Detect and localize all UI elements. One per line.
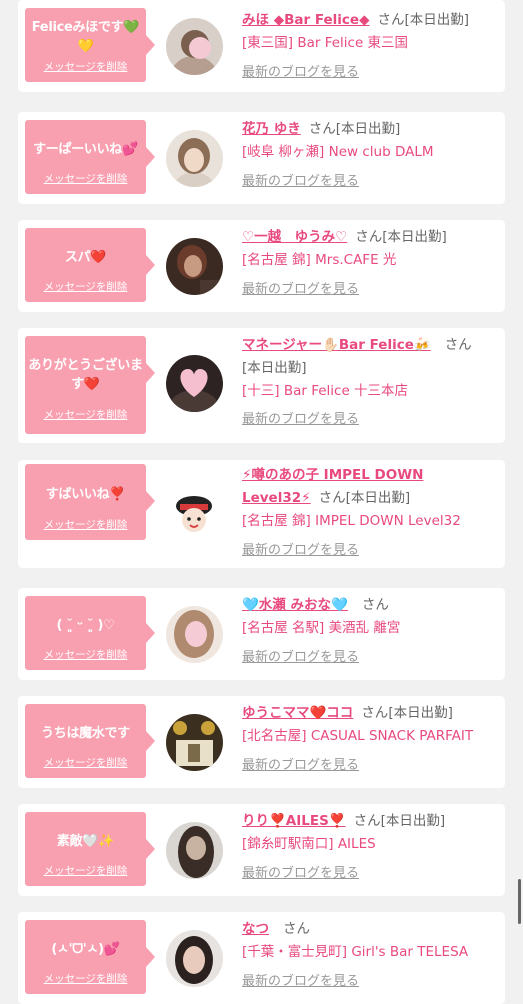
blog-link[interactable]: 最新のブログを見る xyxy=(242,754,500,777)
avatar[interactable] xyxy=(166,355,223,412)
list-item: (ㅅ'ᗜ'ㅅ)💕 メッセージを削除 なつ さん [千葉・富士見町] Girl's … xyxy=(18,912,505,1004)
message-text: 素敵🤍✨ xyxy=(56,833,115,849)
info: 花乃 ゆき さん[本日出勤] [岐阜 柳ヶ瀬] New club DALM 最新の… xyxy=(242,118,500,193)
info: みほ ◆Bar Felice◆ さん[本日出勤] [東三国] Bar Felice… xyxy=(242,9,500,84)
message-text: ( ˘͈ ᵕ ˘͈ )♡ xyxy=(56,617,115,633)
shift-status: [本日出勤] xyxy=(242,360,307,376)
avatar[interactable] xyxy=(166,486,223,543)
info: 🩵水瀬 みおな🩵 さん [名古屋 名駅] 美酒乱 離宮 最新のブログを見る xyxy=(242,594,500,669)
message-text: (ㅅ'ᗜ'ㅅ)💕 xyxy=(51,941,120,957)
blog-link[interactable]: 最新のブログを見る xyxy=(242,862,500,885)
message-text: ありがとうございます❤️ xyxy=(28,358,143,392)
delete-message-link[interactable]: メッセージを削除 xyxy=(25,647,146,662)
blog-link[interactable]: 最新のブログを見る xyxy=(242,61,500,84)
blog-link[interactable]: 最新のブログを見る xyxy=(242,646,500,669)
message-bubble: スパ❤️ メッセージを削除 xyxy=(25,228,155,302)
shop-name: [北名古屋] CASUAL SNACK PARFAIT xyxy=(242,728,474,744)
message-bubble: すーぱーいいね💕 メッセージを削除 xyxy=(25,120,155,194)
shop-name: [十三] Bar Felice 十三本店 xyxy=(242,383,409,399)
avatar[interactable] xyxy=(166,930,223,987)
san-label: さん xyxy=(355,229,383,245)
san-label: さん xyxy=(353,813,381,829)
shift-status: [本日出勤] xyxy=(380,813,446,829)
shift-status: [本日出勤] xyxy=(388,705,453,721)
message-text: Feliceみほです💚💛 xyxy=(31,20,140,54)
message-bubble: Feliceみほです💚💛 メッセージを削除 xyxy=(25,8,155,82)
cast-name-link[interactable]: みほ ◆Bar Felice◆ xyxy=(242,12,369,28)
cast-name-link[interactable]: ♡一越 ゆうみ♡ xyxy=(242,229,347,245)
san-label: さん xyxy=(444,337,472,353)
message-bubble: うちは魔水です メッセージを削除 xyxy=(25,704,155,778)
cast-name-link[interactable]: 花乃 ゆき xyxy=(242,121,301,137)
message-bubble: 素敵🤍✨ メッセージを削除 xyxy=(25,812,155,886)
san-label: さん xyxy=(308,121,336,137)
shift-status: [本日出勤] xyxy=(404,12,470,28)
san-label: さん xyxy=(318,490,346,506)
avatar[interactable] xyxy=(166,606,223,663)
san-label: さん xyxy=(361,705,389,721)
cast-name-link[interactable]: ゆうこママ❤️ココ xyxy=(242,705,353,721)
cast-name-link[interactable]: なつ xyxy=(242,921,269,937)
message-bubble: ありがとうございます❤️ メッセージを削除 xyxy=(25,336,155,434)
shop-name: [名古屋 錦] IMPEL DOWN Level32 xyxy=(242,513,461,529)
cast-name-link[interactable]: 🩵水瀬 みおな🩵 xyxy=(242,597,348,613)
shift-status: [本日出勤] xyxy=(382,229,447,245)
list-item: すばいいね❣️ メッセージを削除 ⚡噂のあの子 IMPEL DOWN Level… xyxy=(18,460,505,568)
san-label: さん xyxy=(377,12,405,28)
scrollbar[interactable] xyxy=(518,879,521,924)
info: ♡一越 ゆうみ♡ さん[本日出勤] [名古屋 錦] Mrs.CAFE 光 最新のブ… xyxy=(242,226,500,301)
list-item: 素敵🤍✨ メッセージを削除 りり❣️AILES❣️ さん[本日出勤] [錦糸町駅南… xyxy=(18,804,505,896)
cast-name-link[interactable]: りり❣️AILES❣️ xyxy=(242,813,346,829)
message-bubble: ( ˘͈ ᵕ ˘͈ )♡ メッセージを削除 xyxy=(25,596,155,670)
avatar[interactable] xyxy=(166,130,223,187)
delete-message-link[interactable]: メッセージを削除 xyxy=(25,971,146,986)
avatar[interactable] xyxy=(166,18,223,75)
delete-message-link[interactable]: メッセージを削除 xyxy=(25,59,146,74)
delete-message-link[interactable]: メッセージを削除 xyxy=(25,171,146,186)
list-item: Feliceみほです💚💛 メッセージを削除 みほ ◆Bar Felice◆ さん[… xyxy=(18,0,505,92)
shop-name: [名古屋 錦] Mrs.CAFE 光 xyxy=(242,252,397,268)
shop-name: [岐阜 柳ヶ瀬] New club DALM xyxy=(242,144,434,160)
blog-link[interactable]: 最新のブログを見る xyxy=(242,408,500,431)
blog-link[interactable]: 最新のブログを見る xyxy=(242,278,500,301)
info: なつ さん [千葉・富士見町] Girl's Bar TELESA 最新のブログを… xyxy=(242,918,500,993)
message-list: Feliceみほです💚💛 メッセージを削除 みほ ◆Bar Felice◆ さん[… xyxy=(0,0,523,1004)
list-item: スパ❤️ メッセージを削除 ♡一越 ゆうみ♡ さん[本日出勤] [名古屋 錦] M… xyxy=(18,220,505,312)
message-text: すーぱーいいね💕 xyxy=(33,141,138,157)
delete-message-link[interactable]: メッセージを削除 xyxy=(25,517,146,532)
shop-name: [錦糸町駅南口] AILES xyxy=(242,836,376,852)
list-item: ( ˘͈ ᵕ ˘͈ )♡ メッセージを削除 🩵水瀬 みおな🩵 さん [名古屋 名駅… xyxy=(18,588,505,680)
message-text: スパ❤️ xyxy=(64,249,107,265)
shop-name: [東三国] Bar Felice 東三国 xyxy=(242,35,409,51)
delete-message-link[interactable]: メッセージを削除 xyxy=(25,863,146,878)
avatar[interactable] xyxy=(166,714,223,771)
shift-status: [本日出勤] xyxy=(345,490,411,506)
avatar[interactable] xyxy=(166,822,223,879)
cast-name-link[interactable]: マネージャー✋🏻Bar Felice🍻 xyxy=(242,337,431,353)
info: マネージャー✋🏻Bar Felice🍻 さん [本日出勤] [十三] Bar Fe… xyxy=(242,334,500,431)
delete-message-link[interactable]: メッセージを削除 xyxy=(25,407,146,422)
list-item: ありがとうございます❤️ メッセージを削除 マネージャー✋🏻Bar Felice… xyxy=(18,328,505,443)
shift-status: [本日出勤] xyxy=(335,121,401,137)
delete-message-link[interactable]: メッセージを削除 xyxy=(25,279,146,294)
blog-link[interactable]: 最新のブログを見る xyxy=(242,539,500,562)
message-bubble: (ㅅ'ᗜ'ㅅ)💕 メッセージを削除 xyxy=(25,920,155,994)
blog-link[interactable]: 最新のブログを見る xyxy=(242,970,500,993)
list-item: すーぱーいいね💕 メッセージを削除 花乃 ゆき さん[本日出勤] [岐阜 柳ヶ瀬]… xyxy=(18,112,505,204)
shop-name: [名古屋 名駅] 美酒乱 離宮 xyxy=(242,620,401,636)
info: ゆうこママ❤️ココ さん[本日出勤] [北名古屋] CASUAL SNACK PA… xyxy=(242,702,500,777)
delete-message-link[interactable]: メッセージを削除 xyxy=(25,755,146,770)
list-item: うちは魔水です メッセージを削除 ゆうこママ❤️ココ さん[本日出勤] [北名古屋… xyxy=(18,696,505,788)
san-label: さん xyxy=(283,921,310,937)
san-label: さん xyxy=(361,597,389,613)
info: ⚡噂のあの子 IMPEL DOWN Level32⚡ さん[本日出勤] [名古屋 … xyxy=(242,464,500,562)
message-text: うちは魔水です xyxy=(41,725,130,741)
message-text: すばいいね❣️ xyxy=(45,486,126,502)
info: りり❣️AILES❣️ さん[本日出勤] [錦糸町駅南口] AILES 最新のブロ… xyxy=(242,810,500,885)
avatar[interactable] xyxy=(166,238,223,295)
message-bubble: すばいいね❣️ メッセージを削除 xyxy=(25,464,155,540)
blog-link[interactable]: 最新のブログを見る xyxy=(242,170,500,193)
shop-name: [千葉・富士見町] Girl's Bar TELESA xyxy=(242,944,469,960)
